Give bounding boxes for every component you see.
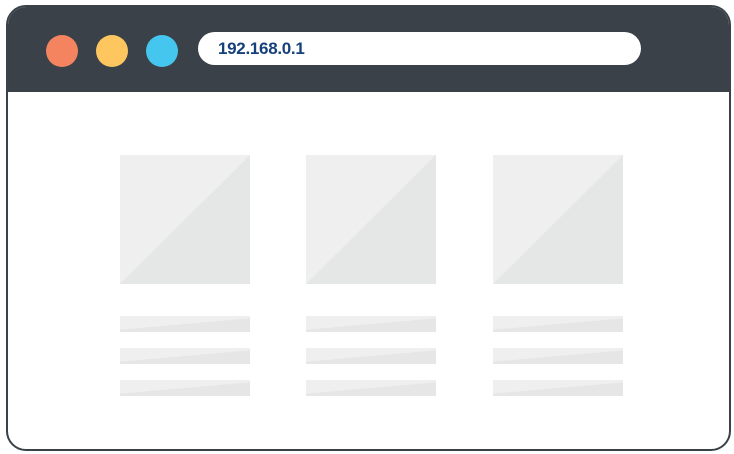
text-placeholder-line <box>120 316 250 332</box>
image-placeholder-icon <box>493 155 623 284</box>
content-card-1 <box>120 155 250 396</box>
address-bar[interactable]: 192.168.0.1 <box>198 32 641 65</box>
text-placeholder-line <box>306 316 436 332</box>
maximize-window-button[interactable] <box>146 35 178 67</box>
text-placeholder-line <box>493 316 623 332</box>
text-placeholder-line <box>120 380 250 396</box>
image-placeholder-icon <box>306 155 436 284</box>
text-placeholder-line <box>306 380 436 396</box>
image-placeholder-icon <box>120 155 250 284</box>
browser-window: 192.168.0.1 <box>6 5 731 451</box>
text-placeholder-line <box>493 348 623 364</box>
text-placeholder-line <box>306 348 436 364</box>
content-card-3 <box>493 155 623 396</box>
browser-titlebar: 192.168.0.1 <box>8 7 729 92</box>
text-placeholder-line <box>120 348 250 364</box>
minimize-window-button[interactable] <box>96 35 128 67</box>
address-bar-url: 192.168.0.1 <box>218 38 305 58</box>
content-card-2 <box>306 155 436 396</box>
close-window-button[interactable] <box>46 35 78 67</box>
text-placeholder-line <box>493 380 623 396</box>
